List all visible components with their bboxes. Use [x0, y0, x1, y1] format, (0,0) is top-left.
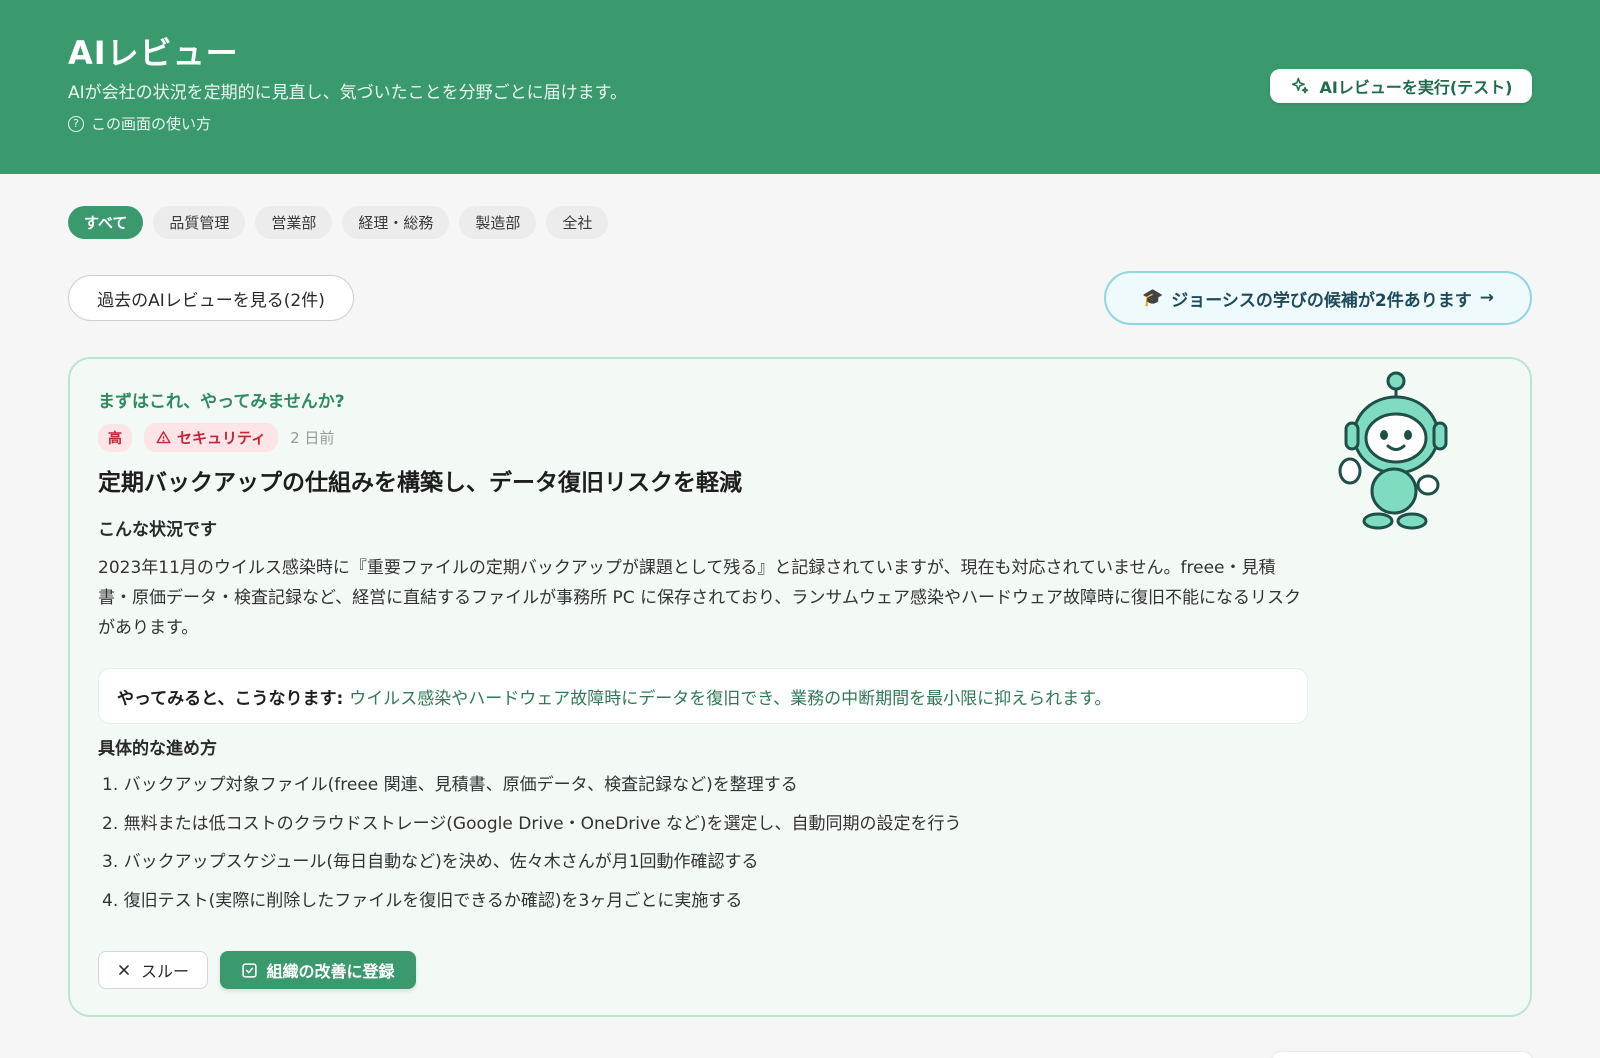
arrow-right-icon: → — [1479, 288, 1494, 308]
step-item: 1. バックアップ対象ファイル(freee 関連、見積書、原価データ、検査記録な… — [102, 775, 798, 795]
register-improvement-label: 組織の改善に登録 — [266, 962, 395, 981]
card-date: 2 日前 — [290, 429, 335, 447]
help-link[interactable]: ? この画面の使い方 — [68, 113, 211, 134]
outcome-box: やってみると、こうなります: ウイルス感染やハードウェア故障時にデータを復旧でき… — [98, 668, 1308, 724]
skip-button[interactable]: スルー — [98, 951, 208, 989]
graduation-cap-icon: 🎓 — [1142, 288, 1164, 308]
run-ai-review-button[interactable]: AIレビューを実行(テスト) — [1270, 69, 1532, 103]
card-eyebrow: まずはこれ、やってみませんか? — [98, 392, 345, 412]
help-link-label: この画面の使い方 — [91, 115, 212, 133]
register-improvement-button[interactable]: 組織の改善に登録 — [220, 951, 416, 989]
tab-4[interactable]: 製造部 — [459, 206, 537, 239]
page-subtitle: AIが会社の状況を定期的に見直し、気づいたことを分野ごとに届けます。 — [68, 83, 627, 103]
warning-triangle-icon — [156, 431, 171, 444]
situation-text: 2023年11月のウイルス感染時に『重要ファイルの定期バックアップが課題として残… — [98, 558, 1302, 638]
next-card-edge — [1272, 1052, 1532, 1058]
robot-mascot-illustration — [1338, 371, 1448, 530]
tab-3[interactable]: 経理・総務 — [342, 206, 450, 239]
category-badge-label: セキュリティ — [177, 429, 267, 447]
learning-candidates-label: ジョーシスの学びの候補が2件あります — [1171, 290, 1472, 311]
situation-label: こんな状況です — [98, 520, 217, 540]
card-badges: 高 セキュリティ 2 日前 — [98, 423, 334, 452]
skip-button-label: スルー — [140, 962, 189, 981]
card-actions: スルー 組織の改善に登録 — [98, 951, 416, 989]
step-item: 3. バックアップスケジュール(毎日自動など)を決め、佐々木さんが月1回動作確認… — [102, 852, 759, 872]
steps-list: 1. バックアップ対象ファイル(freee 関連、見積書、原価データ、検査記録な… — [102, 766, 962, 920]
past-reviews-button[interactable]: 過去のAIレビューを見る(2件) — [68, 275, 354, 321]
step-item: 2. 無料または低コストのクラウドストレージ(Google Drive・OneD… — [102, 813, 962, 834]
category-filter-tabs: すべて 品質管理 営業部 経理・総務 製造部 全社 — [68, 206, 609, 239]
run-ai-review-label: AIレビューを実行(テスト) — [1319, 78, 1513, 97]
page-header: AIレビュー AIが会社の状況を定期的に見直し、気づいたことを分野ごとに届けます… — [0, 0, 1600, 174]
steps-label: 具体的な進め方 — [98, 739, 217, 759]
sparkles-icon — [1291, 77, 1308, 94]
priority-badge: 高 — [98, 423, 132, 452]
tab-2[interactable]: 営業部 — [255, 206, 333, 239]
question-circle-icon: ? — [68, 115, 84, 132]
card-title: 定期バックアップの仕組みを構築し、データ復旧リスクを軽減 — [98, 470, 742, 496]
tab-0[interactable]: すべて — [68, 206, 144, 239]
checkbox-icon — [242, 962, 258, 978]
close-icon — [119, 965, 129, 975]
step-item: 4. 復旧テスト(実際に削除したファイルを復旧できるか確認)を3ヶ月ごとに実施す… — [102, 890, 743, 911]
learning-candidates-button[interactable]: 🎓 ジョーシスの学びの候補が2件あります → — [1104, 271, 1532, 325]
tab-5[interactable]: 全社 — [546, 206, 609, 239]
outcome-lead: やってみると、こうなります: — [117, 688, 344, 709]
review-card: まずはこれ、やってみませんか? 高 セキュリティ 2 日前 定期バックアップの仕… — [68, 357, 1532, 1017]
category-badge: セキュリティ — [144, 423, 279, 452]
outcome-text: ウイルス感染やハードウェア故障時にデータを復旧でき、業務の中断期間を最小限に抑え… — [349, 688, 1112, 709]
tab-1[interactable]: 品質管理 — [153, 206, 246, 239]
page-title: AIレビュー — [68, 34, 239, 72]
